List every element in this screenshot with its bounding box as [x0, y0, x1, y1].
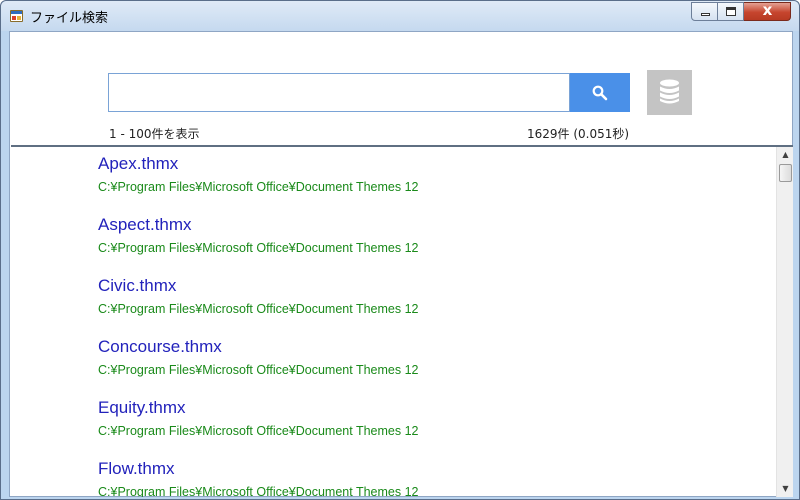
minimize-button[interactable] — [691, 2, 718, 21]
main-panel: 1 - 100件を表示 1629件 (0.051秒) Apex.thmx C:¥… — [9, 31, 793, 497]
result-count-label: 1629件 (0.051秒) — [527, 127, 630, 141]
maximize-icon — [726, 7, 736, 16]
window-title: ファイル検索 — [30, 11, 109, 26]
list-item: Flow.thmx C:¥Program Files¥Microsoft Off… — [98, 459, 419, 497]
scroll-thumb[interactable] — [779, 164, 792, 182]
result-path: C:¥Program Files¥Microsoft Office¥Docume… — [98, 241, 419, 255]
result-title-link[interactable]: Flow.thmx — [98, 459, 419, 479]
result-path: C:¥Program Files¥Microsoft Office¥Docume… — [98, 180, 419, 194]
result-range-label: 1 - 100件を表示 — [109, 127, 200, 141]
minimize-icon — [701, 13, 710, 16]
list-item: Civic.thmx C:¥Program Files¥Microsoft Of… — [98, 276, 419, 316]
search-input[interactable] — [108, 73, 570, 112]
result-path: C:¥Program Files¥Microsoft Office¥Docume… — [98, 302, 419, 316]
result-title-link[interactable]: Apex.thmx — [98, 154, 419, 174]
close-button[interactable]: x — [744, 1, 791, 21]
result-path: C:¥Program Files¥Microsoft Office¥Docume… — [98, 485, 419, 497]
results-list: Apex.thmx C:¥Program Files¥Microsoft Off… — [11, 147, 776, 497]
scroll-up-arrow-icon[interactable]: ▲ — [777, 147, 794, 163]
search-icon — [592, 85, 608, 101]
result-title-link[interactable]: Concourse.thmx — [98, 337, 419, 357]
result-title-link[interactable]: Aspect.thmx — [98, 215, 419, 235]
search-button[interactable] — [570, 73, 630, 112]
vertical-scrollbar[interactable]: ▲ ▼ — [776, 147, 793, 497]
app-window: ファイル検索 x 1 - 100件を表示 1629件 (0.051秒) Apex… — [0, 0, 800, 500]
database-icon — [660, 79, 679, 104]
list-item: Apex.thmx C:¥Program Files¥Microsoft Off… — [98, 154, 419, 194]
list-item: Equity.thmx C:¥Program Files¥Microsoft O… — [98, 398, 419, 438]
database-button[interactable] — [647, 70, 692, 115]
scroll-down-arrow-icon[interactable]: ▼ — [777, 481, 794, 497]
title-bar[interactable]: ファイル検索 x — [1, 1, 799, 31]
result-title-link[interactable]: Civic.thmx — [98, 276, 419, 296]
app-icon[interactable] — [10, 10, 23, 22]
result-title-link[interactable]: Equity.thmx — [98, 398, 419, 418]
maximize-button[interactable] — [718, 2, 744, 21]
result-path: C:¥Program Files¥Microsoft Office¥Docume… — [98, 424, 419, 438]
result-path: C:¥Program Files¥Microsoft Office¥Docume… — [98, 363, 419, 377]
list-item: Aspect.thmx C:¥Program Files¥Microsoft O… — [98, 215, 419, 255]
close-icon: x — [762, 1, 773, 19]
list-item: Concourse.thmx C:¥Program Files¥Microsof… — [98, 337, 419, 377]
